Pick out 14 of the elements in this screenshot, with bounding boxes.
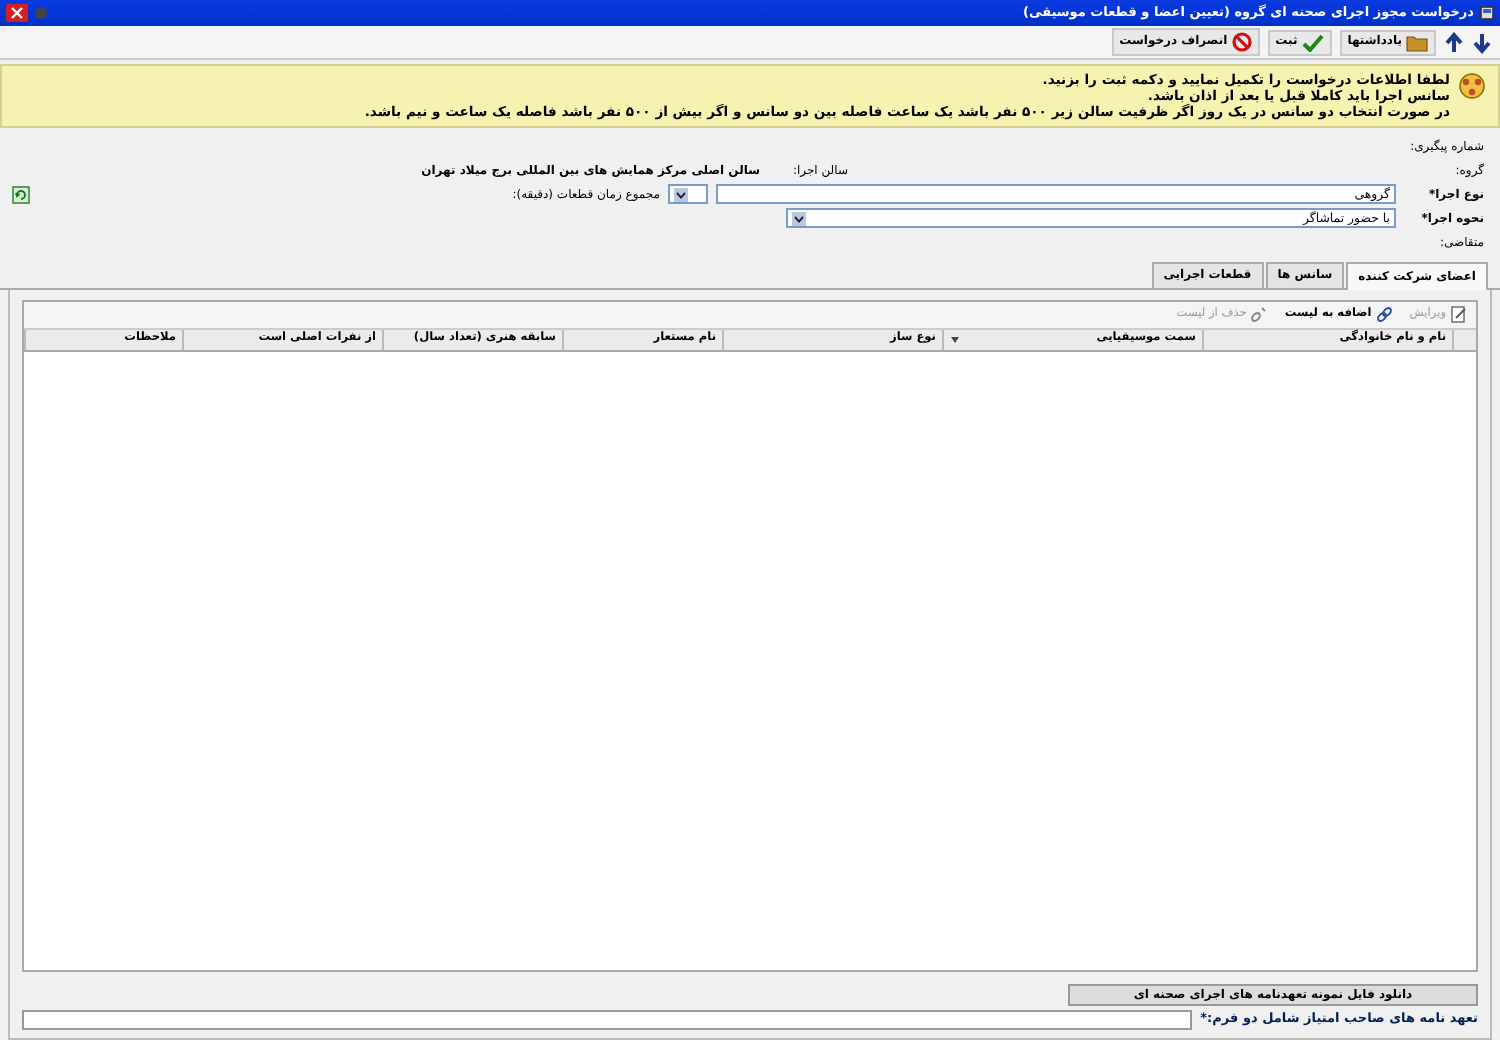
link-icon [1375,305,1394,324]
refresh-icon[interactable] [12,185,30,204]
dropdown-icon [674,187,688,202]
arrow-down-icon[interactable] [1472,31,1492,53]
duration-field[interactable] [668,184,708,205]
app-icon [1480,6,1494,20]
pledge-field[interactable] [22,1010,1193,1030]
check-icon [1301,33,1324,51]
unlink-icon [1250,305,1269,324]
dropdown-icon [792,211,806,226]
no-entry-icon [1231,32,1252,52]
close-icon[interactable] [6,4,28,22]
folder-icon [1406,33,1428,51]
arrow-up-icon[interactable] [1444,31,1464,53]
